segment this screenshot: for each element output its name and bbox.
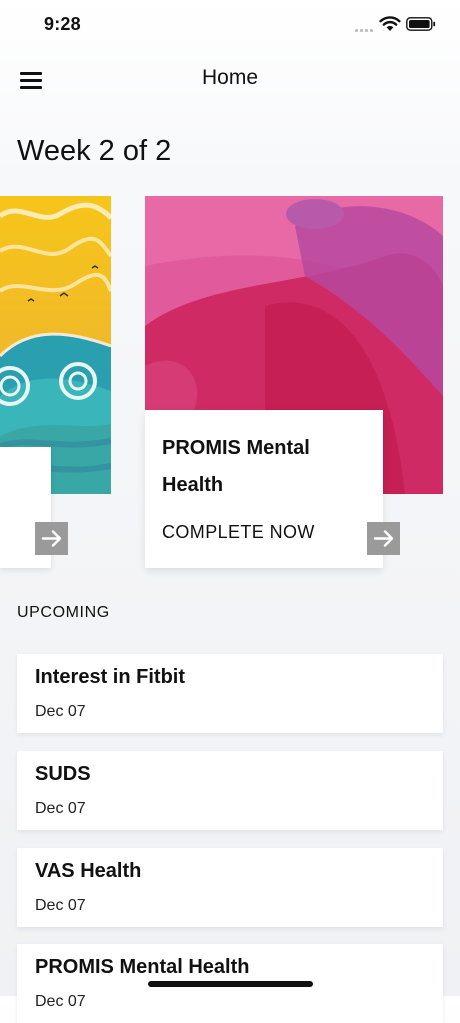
card-title: PROMIS Mental Health (162, 437, 310, 496)
task-date: Dec 07 (35, 800, 86, 817)
active-survey-card[interactable]: PROMIS Mental Health COMPLETE NOW (145, 410, 383, 568)
list-item[interactable]: VAS Health Dec 07 (17, 848, 443, 927)
battery-icon (406, 17, 436, 31)
cellular-signal-icon (355, 26, 375, 32)
status-bar: 9:28 (0, 0, 460, 50)
task-date: Dec 07 (35, 703, 86, 720)
upcoming-section-label: UPCOMING (17, 604, 110, 621)
task-title: Interest in Fitbit (35, 666, 185, 688)
task-date: Dec 07 (35, 897, 86, 914)
task-title: VAS Health (35, 860, 142, 882)
task-title: SUDS (35, 763, 91, 785)
home-indicator[interactable] (148, 981, 313, 987)
week-heading: Week 2 of 2 (17, 135, 172, 167)
status-time: 9:28 (44, 14, 81, 34)
arrow-right-icon[interactable] (35, 522, 68, 555)
complete-now-link[interactable]: COMPLETE NOW (162, 522, 315, 543)
arrow-right-icon[interactable] (367, 522, 400, 555)
wifi-icon (379, 16, 401, 31)
list-item[interactable]: SUDS Dec 07 (17, 751, 443, 830)
list-item[interactable]: Interest in Fitbit Dec 07 (17, 654, 443, 733)
page-title: Home (201, 66, 259, 89)
task-title: PROMIS Mental Health (35, 956, 250, 978)
